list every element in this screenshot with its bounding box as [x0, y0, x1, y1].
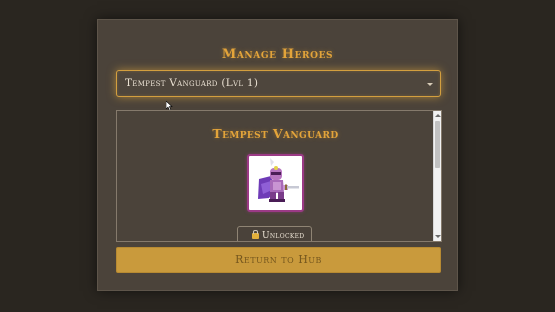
- hero-detail-panel: Tempest Vanguard Unlocked: [116, 110, 442, 242]
- scroll-down-arrow-icon[interactable]: [435, 235, 441, 238]
- scroll-up-arrow-icon[interactable]: [435, 114, 441, 117]
- chevron-down-icon: [427, 83, 433, 86]
- hero-select-dropdown[interactable]: Tempest Vanguard (Lvl 1): [116, 70, 441, 97]
- hero-name-heading: Tempest Vanguard: [212, 126, 339, 141]
- scrollbar-thumb[interactable]: [435, 121, 440, 168]
- hero-knight-icon: [258, 158, 299, 202]
- return-to-hub-button[interactable]: Return to Hub: [116, 247, 441, 273]
- hero-select-value: Tempest Vanguard (Lvl 1): [125, 77, 259, 89]
- hero-status-badge: Unlocked: [237, 226, 312, 241]
- manage-heroes-panel: Manage Heroes Tempest Vanguard (Lvl 1) T…: [97, 19, 458, 291]
- unlocked-padlock-icon: [252, 230, 259, 239]
- hero-status-label: Unlocked: [262, 231, 305, 241]
- panel-title: Manage Heroes: [221, 47, 334, 62]
- detail-scrollbar[interactable]: [433, 111, 441, 241]
- hero-portrait: [247, 154, 304, 212]
